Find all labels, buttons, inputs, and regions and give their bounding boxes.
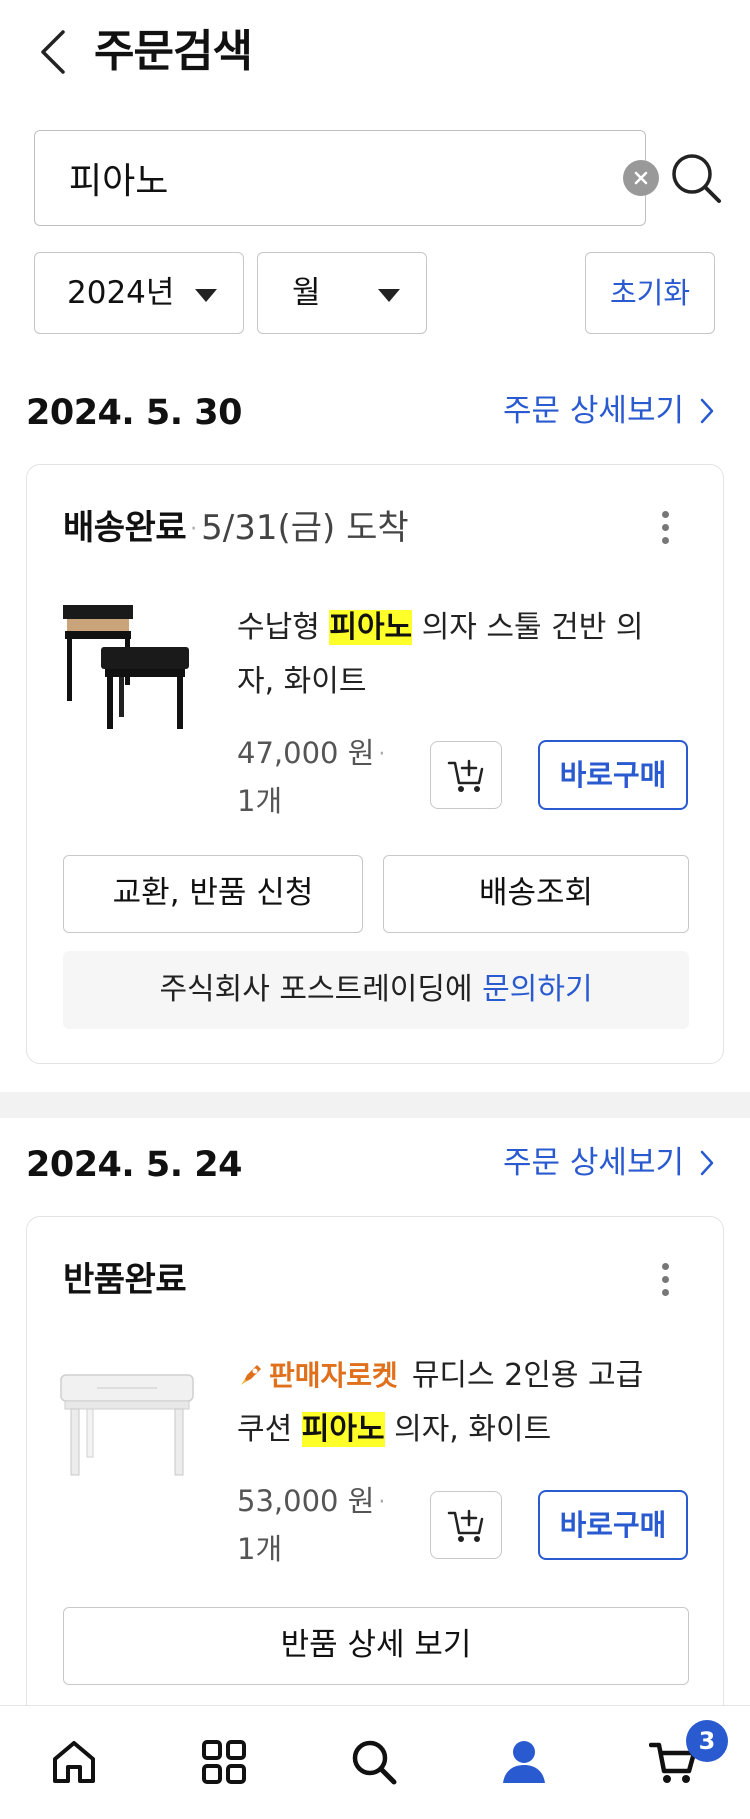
- seller-rocket-badge: 판매자로켓: [237, 1359, 398, 1392]
- product-price: 53,000 원 ·: [237, 1477, 389, 1527]
- category-icon: [202, 1740, 246, 1784]
- order-status-line: 배송완료 · 5/31(금) 도착: [63, 505, 409, 553]
- price-value: 47,000 원: [237, 736, 375, 770]
- reset-button[interactable]: 초기화: [585, 252, 715, 334]
- header: 주문검색: [0, 0, 750, 110]
- product-title-text: 수납형: [237, 610, 330, 645]
- chevron-left-icon: [41, 30, 65, 74]
- order-detail-link[interactable]: 주문 상세보기: [503, 386, 714, 436]
- inquiry-link[interactable]: 문의하기: [482, 972, 592, 1007]
- close-icon: [634, 171, 648, 185]
- search-box: [34, 130, 659, 226]
- tab-search[interactable]: [346, 1734, 402, 1790]
- cart-plus-icon: [447, 759, 484, 792]
- seller-rocket-label: 판매자로켓: [269, 1359, 398, 1392]
- chevron-right-icon: [700, 398, 714, 424]
- order-date: 2024. 5. 24: [26, 1145, 242, 1185]
- tab-my-page[interactable]: [496, 1734, 552, 1790]
- exchange-return-button[interactable]: 교환, 반품 신청: [63, 855, 363, 933]
- month-select-label: 월: [292, 275, 321, 311]
- add-to-cart-button[interactable]: [430, 741, 502, 809]
- chevron-right-icon: [700, 1150, 714, 1176]
- product-image[interactable]: [57, 1345, 197, 1485]
- cart-count-badge: 3: [686, 1720, 728, 1762]
- seller-inquiry-box: 주식회사 포스트레이딩에 문의하기: [63, 951, 689, 1029]
- order-detail-label: 주문 상세보기: [503, 1145, 684, 1181]
- product-quantity: 1개: [237, 1532, 283, 1566]
- back-button[interactable]: [30, 24, 74, 80]
- search-icon: [352, 1740, 397, 1785]
- caret-down-icon: [378, 289, 400, 302]
- piano-bench-image: [63, 605, 189, 729]
- status-badge: 배송완료: [63, 508, 187, 548]
- order-detail-label: 주문 상세보기: [503, 393, 684, 429]
- caret-down-icon: [195, 289, 217, 302]
- search-keyword-highlight: 피아노: [301, 1412, 385, 1447]
- status-badge: 반품완료: [63, 1260, 187, 1300]
- order-detail-link[interactable]: 주문 상세보기: [503, 1138, 714, 1188]
- order-status-line: 반품완료: [63, 1257, 187, 1303]
- more-options-button[interactable]: [659, 511, 671, 551]
- tab-home[interactable]: [46, 1734, 102, 1790]
- track-delivery-button[interactable]: 배송조회: [383, 855, 689, 933]
- seller-inquiry-text: 주식회사 포스트레이딩에: [159, 972, 483, 1007]
- rocket-icon: [241, 1365, 261, 1385]
- search-button[interactable]: [668, 150, 724, 206]
- return-detail-button[interactable]: 반품 상세 보기: [63, 1607, 689, 1685]
- bottom-tab-bar: [0, 1705, 750, 1819]
- year-select-label: 2024년: [67, 275, 175, 311]
- separator-dot: ·: [190, 516, 198, 542]
- product-image[interactable]: [57, 595, 197, 735]
- my-page-icon: [503, 1741, 545, 1783]
- home-icon: [53, 1741, 95, 1783]
- product-title[interactable]: 수납형 피아노 의자 스툴 건반 의자, 화이트: [237, 601, 677, 709]
- add-to-cart-button[interactable]: [430, 1491, 502, 1559]
- product-title-text: 의자, 화이트: [384, 1412, 552, 1447]
- buy-now-button[interactable]: 바로구매: [538, 740, 688, 810]
- piano-bench-image: [60, 1374, 194, 1476]
- product-quantity: 1개: [237, 784, 283, 818]
- clear-search-button[interactable]: [623, 160, 659, 196]
- arrival-date: 5/31(금) 도착: [201, 508, 409, 548]
- search-input[interactable]: [69, 131, 569, 224]
- section-divider: [0, 1092, 750, 1118]
- price-value: 53,000 원: [237, 1484, 375, 1518]
- month-select[interactable]: 월: [257, 252, 427, 334]
- tab-category[interactable]: [196, 1734, 252, 1790]
- more-options-button[interactable]: [659, 1263, 671, 1303]
- separator-dot: ·: [378, 742, 386, 767]
- order-card: 배송완료 · 5/31(금) 도착 수납형 피아노 의자 스툴 건반 의자, 화이트…: [26, 464, 724, 1064]
- search-keyword-highlight: 피아노: [329, 610, 413, 645]
- separator-dot: ·: [378, 1490, 386, 1515]
- buy-now-button[interactable]: 바로구매: [538, 1490, 688, 1560]
- cart-plus-icon: [447, 1509, 484, 1542]
- order-card: 반품완료 판매자로켓 뮤디스 2인용 고급 쿠션 피아노 의자, 화이트 53,0…: [26, 1216, 724, 1736]
- year-select[interactable]: 2024년: [34, 252, 244, 334]
- page-title: 주문검색: [94, 26, 253, 77]
- product-title[interactable]: 판매자로켓 뮤디스 2인용 고급 쿠션 피아노 의자, 화이트: [237, 1349, 677, 1457]
- order-date: 2024. 5. 30: [26, 393, 242, 433]
- product-price: 47,000 원 ·: [237, 729, 389, 779]
- search-icon: [672, 154, 721, 203]
